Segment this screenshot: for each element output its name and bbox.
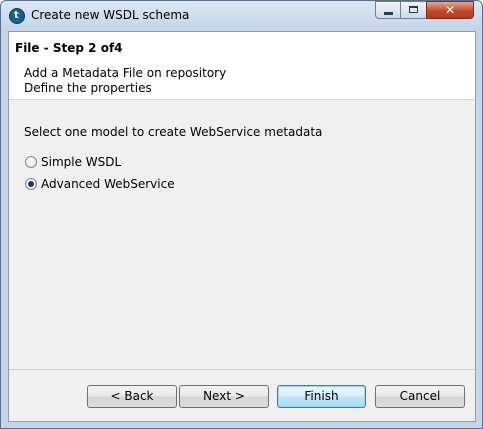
radio-label-simple-wsdl[interactable]: Simple WSDL xyxy=(41,155,121,169)
wizard-header: File - Step 2 of4 Add a Metadata File on… xyxy=(9,32,475,100)
radio-advanced-webservice[interactable] xyxy=(25,178,37,190)
wizard-content: File - Step 2 of4 Add a Metadata File on… xyxy=(8,31,476,422)
step-description-line1: Add a Metadata File on repository xyxy=(24,66,227,80)
finish-button[interactable]: Finish xyxy=(277,385,366,408)
window-title: Create new WSDL schema xyxy=(31,8,190,22)
button-bar-separator xyxy=(9,369,475,370)
radio-simple-wsdl[interactable] xyxy=(25,156,37,168)
next-button[interactable]: Next > xyxy=(179,385,269,408)
model-prompt: Select one model to create WebService me… xyxy=(24,125,323,139)
talend-app-icon: t xyxy=(9,8,25,24)
step-title: File - Step 2 of4 xyxy=(15,41,123,55)
radio-label-advanced-webservice[interactable]: Advanced WebService xyxy=(41,177,175,191)
close-icon: ✕ xyxy=(444,3,456,17)
back-button[interactable]: < Back xyxy=(87,385,177,408)
title-bar[interactable]: t Create new WSDL schema ✕ xyxy=(1,1,482,31)
cancel-button[interactable]: Cancel xyxy=(375,385,465,408)
minimize-icon xyxy=(384,12,393,15)
step-description-line2: Define the properties xyxy=(24,81,152,95)
maximize-button[interactable] xyxy=(400,1,427,19)
close-button[interactable]: ✕ xyxy=(426,1,474,19)
radio-selected-dot xyxy=(28,181,34,187)
maximize-icon xyxy=(409,6,418,13)
wsdl-wizard-window: t Create new WSDL schema ✕ File - Step 2… xyxy=(0,0,483,429)
app-icon-glyph: t xyxy=(14,10,19,21)
minimize-button[interactable] xyxy=(375,1,401,19)
